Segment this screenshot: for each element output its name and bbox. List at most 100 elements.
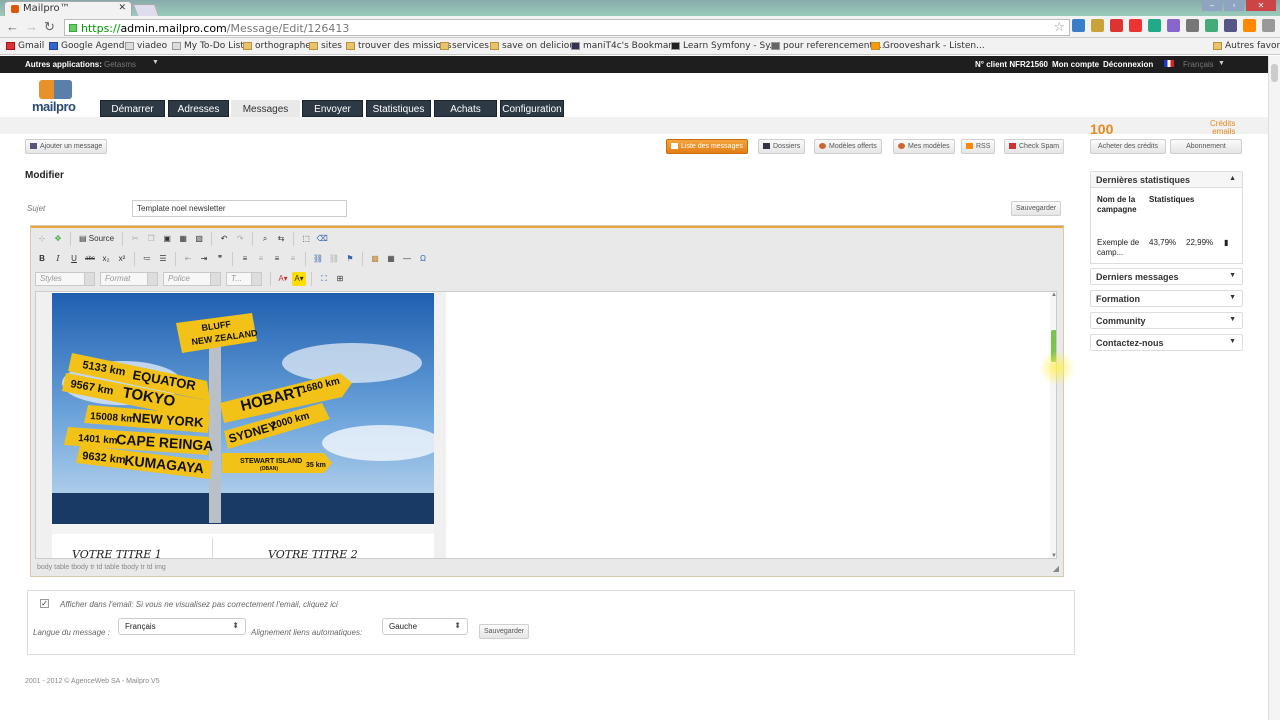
editor-scrollbar[interactable]: ▲ ▼ xyxy=(1050,292,1056,558)
chevron-down-icon[interactable]: ▼ xyxy=(1229,272,1236,279)
extension-icon[interactable] xyxy=(1224,19,1237,32)
link-icon[interactable]: ⛓ xyxy=(311,252,325,266)
bookmark-item[interactable]: My To-Do List xyxy=(172,41,244,51)
my-templates-button[interactable]: Mes modèles xyxy=(893,139,955,154)
scroll-down-icon[interactable]: ▼ xyxy=(1051,553,1056,558)
extension-icon[interactable] xyxy=(1072,19,1085,32)
nav-tab-configuration[interactable]: Configuration xyxy=(500,100,564,117)
subject-input[interactable]: Template noel newsletter xyxy=(132,200,347,217)
chevron-down-icon[interactable]: ▼ xyxy=(1229,338,1236,345)
blockquote-icon[interactable]: ❞ xyxy=(213,252,227,266)
numbered-list-icon[interactable]: ≔ xyxy=(140,252,154,266)
image-icon[interactable]: ▩ xyxy=(368,252,382,266)
unlink-icon[interactable]: ⛓ xyxy=(327,252,341,266)
add-message-button[interactable]: Ajouter un message xyxy=(25,139,108,154)
rss-button[interactable]: RSS xyxy=(961,139,996,154)
maximize-icon[interactable]: ⛶ xyxy=(317,272,331,286)
new-tab-button[interactable] xyxy=(132,4,160,16)
chevron-down-icon[interactable]: ▼ xyxy=(152,59,159,66)
maximize-icon[interactable]: ▫ xyxy=(1224,0,1244,11)
column-title-2[interactable]: VOTRE TITRE 2 xyxy=(268,548,358,558)
bookmark-item[interactable]: Google Agenda xyxy=(49,41,130,51)
bookmark-item[interactable]: maniT4c's Bookmar... xyxy=(571,41,680,51)
bookmark-item[interactable]: pour referencement ... xyxy=(771,41,884,51)
extension-icon[interactable] xyxy=(1205,19,1218,32)
font-select[interactable]: Police xyxy=(163,272,221,286)
page-scrollbar-thumb[interactable] xyxy=(1271,64,1278,82)
minimize-icon[interactable]: – xyxy=(1202,0,1222,11)
bookmark-folder[interactable]: orthographe xyxy=(243,41,311,51)
nav-tab-start[interactable]: Démarrer xyxy=(100,100,165,117)
chevron-down-icon[interactable]: ▼ xyxy=(1229,294,1236,301)
editor-element-path[interactable]: body table tbody tr td table tbody tr td… xyxy=(31,562,1063,576)
nav-tab-send[interactable]: Envoyer xyxy=(302,100,363,117)
campaign-name-link[interactable]: Exemple de camp... xyxy=(1097,238,1141,258)
logout-link[interactable]: Déconnexion xyxy=(1103,60,1153,69)
extension-icon[interactable] xyxy=(1148,19,1161,32)
justify-icon[interactable]: ≡ xyxy=(286,252,300,266)
chart-icon[interactable]: ▮ xyxy=(1224,238,1228,247)
paste-icon[interactable]: ▣ xyxy=(160,232,174,246)
bookmark-item[interactable]: Learn Symfony - Sy... xyxy=(671,41,778,51)
latest-messages-header[interactable]: Derniers messages ▼ xyxy=(1090,268,1243,285)
extension-icon[interactable] xyxy=(1186,19,1199,32)
check-spam-button[interactable]: Check Spam xyxy=(1004,139,1065,154)
superscript-icon[interactable]: x² xyxy=(115,252,129,266)
message-list-button[interactable]: Liste des messages xyxy=(666,139,748,154)
indent-icon[interactable]: ⇥ xyxy=(197,252,211,266)
text-color-icon[interactable]: A▾ xyxy=(276,272,290,286)
page-scrollbar[interactable] xyxy=(1268,56,1280,720)
alignment-select[interactable]: Gauche xyxy=(382,618,468,635)
newsletter-title-row[interactable]: VOTRE TITRE 1 VOTRE TITRE 2 xyxy=(52,524,434,558)
apps-select[interactable]: Getasms xyxy=(104,60,136,69)
subscript-icon[interactable]: x₂ xyxy=(99,252,113,266)
nav-tab-statistics[interactable]: Statistiques xyxy=(366,100,431,117)
paste-word-icon[interactable]: ▧ xyxy=(192,232,206,246)
select-all-icon[interactable]: ⬚ xyxy=(299,232,313,246)
save-options-button[interactable]: Sauvegarder xyxy=(479,624,530,639)
folders-button[interactable]: Dossiers xyxy=(758,139,806,154)
show-blocks-icon[interactable]: ⊞ xyxy=(333,272,347,286)
bookmark-folder[interactable]: services xyxy=(440,41,489,51)
font-size-select[interactable]: T... xyxy=(226,272,262,286)
extension-icon[interactable] xyxy=(1110,19,1123,32)
insert-icon[interactable]: ✥ xyxy=(51,232,65,246)
align-right-icon[interactable]: ≡ xyxy=(270,252,284,266)
source-button[interactable]: ▤ Source xyxy=(76,232,117,246)
language-select[interactable]: Français xyxy=(1183,60,1214,69)
paste-text-icon[interactable]: ▦ xyxy=(176,232,190,246)
undo-icon[interactable]: ↶ xyxy=(217,232,231,246)
bookmark-folder[interactable]: save on delicious xyxy=(490,41,580,51)
strikethrough-icon[interactable]: abc xyxy=(83,252,97,266)
bookmark-folder[interactable]: trouver des missions xyxy=(346,41,452,51)
table-icon[interactable]: ▦ xyxy=(384,252,398,266)
back-icon[interactable]: ← xyxy=(6,19,19,34)
subscription-button[interactable]: Abonnement xyxy=(1170,139,1242,154)
scroll-up-icon[interactable]: ▲ xyxy=(1051,292,1056,298)
close-tab-icon[interactable]: ✕ xyxy=(118,3,126,13)
replace-icon[interactable]: ⇆ xyxy=(274,232,288,246)
other-bookmarks[interactable]: Autres favoris xyxy=(1213,41,1280,51)
bookmark-item[interactable]: viadeo xyxy=(125,41,167,51)
find-icon[interactable]: ⌕ xyxy=(258,232,272,246)
column-title-1[interactable]: VOTRE TITRE 1 xyxy=(72,548,162,558)
newsletter-header-image[interactable]: BLUFF NEW ZEALAND 5133 km EQUATOR 9567 k… xyxy=(52,293,434,525)
special-char-icon[interactable]: Ω xyxy=(416,252,430,266)
underline-icon[interactable]: U xyxy=(67,252,81,266)
extension-icon[interactable] xyxy=(1167,19,1180,32)
training-header[interactable]: Formation ▼ xyxy=(1090,290,1243,307)
browser-tab[interactable]: Mailpro™ ✕ xyxy=(4,1,132,16)
show-in-email-checkbox[interactable]: ✓ xyxy=(40,599,49,608)
buy-credits-button[interactable]: Acheter des crédits xyxy=(1090,139,1166,154)
extension-icon[interactable] xyxy=(1091,19,1104,32)
language-select[interactable]: Français xyxy=(118,618,246,635)
copy-icon[interactable]: ❐ xyxy=(144,232,158,246)
cut-icon[interactable]: ✂ xyxy=(128,232,142,246)
chevron-down-icon[interactable]: ▼ xyxy=(1229,316,1236,323)
close-window-icon[interactable]: ✕ xyxy=(1246,0,1276,11)
bookmark-item[interactable]: Grooveshark - Listen... xyxy=(871,41,985,51)
horizontal-rule-icon[interactable]: — xyxy=(400,252,414,266)
latest-stats-header[interactable]: Dernières statistiques ▲ xyxy=(1090,171,1243,188)
community-header[interactable]: Community ▼ xyxy=(1090,312,1243,329)
mailpro-logo[interactable]: mailpro xyxy=(32,80,78,114)
